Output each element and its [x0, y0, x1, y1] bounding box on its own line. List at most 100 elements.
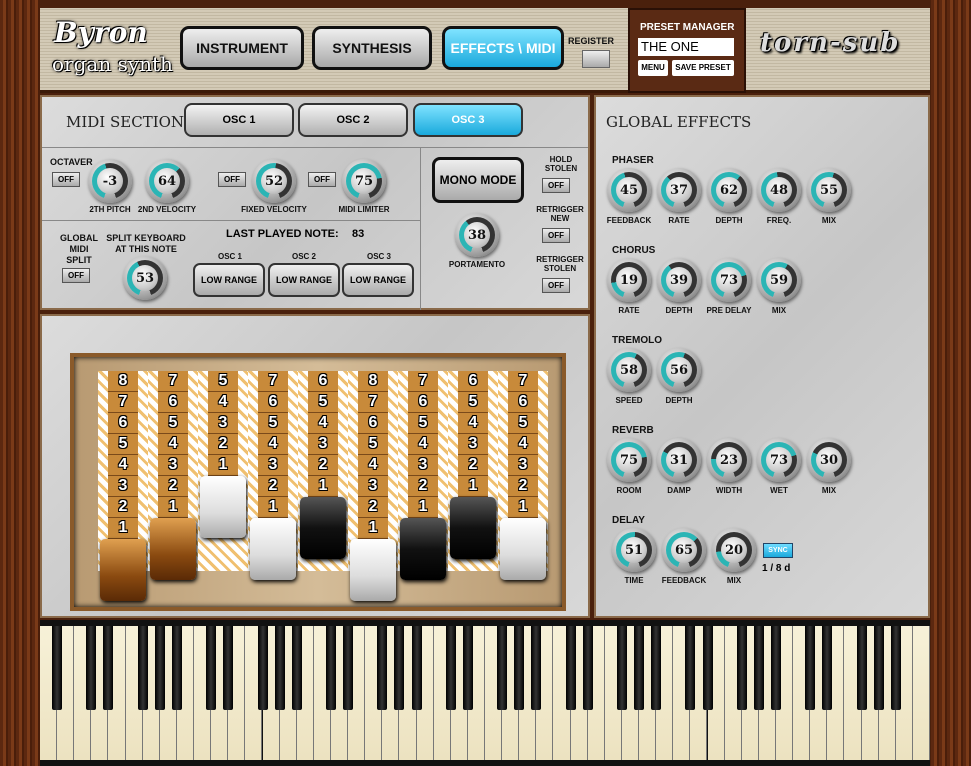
second-velocity-knob[interactable]: 64	[145, 159, 189, 203]
phaser-depth-knob[interactable]: 62	[707, 168, 751, 212]
black-key[interactable]	[565, 626, 576, 710]
drawbar[interactable]: 7654321	[498, 371, 548, 580]
osc2-tab[interactable]: OSC 2	[298, 103, 408, 137]
black-key[interactable]	[52, 626, 63, 710]
reverb-room-knob[interactable]: 75	[607, 438, 651, 482]
drawbar-handle-black[interactable]	[450, 497, 496, 559]
black-key[interactable]	[702, 626, 713, 710]
midi-limiter-knob[interactable]: 75	[342, 159, 386, 203]
black-key[interactable]	[890, 626, 901, 710]
reverb-damp-knob[interactable]: 31	[657, 438, 701, 482]
black-key[interactable]	[497, 626, 508, 710]
retrigger-new-toggle[interactable]: OFF	[542, 228, 570, 243]
black-key[interactable]	[206, 626, 217, 710]
black-key[interactable]	[445, 626, 456, 710]
black-key[interactable]	[582, 626, 593, 710]
portamento-knob[interactable]: 38	[455, 213, 499, 257]
drawbar[interactable]: 7654321	[398, 371, 448, 580]
drawbar[interactable]: 87654321	[348, 371, 398, 601]
register-button[interactable]	[582, 50, 610, 68]
hold-stolen-toggle[interactable]: OFF	[542, 178, 570, 193]
drawbar-handle-white[interactable]	[500, 518, 546, 580]
drawbar-handle-white[interactable]	[200, 476, 246, 538]
osc1-range-button[interactable]: LOW RANGE	[193, 263, 265, 297]
drawbar[interactable]: 654321	[298, 371, 348, 571]
phaser-feedback-knob[interactable]: 45	[607, 168, 651, 212]
osc2-range-button[interactable]: LOW RANGE	[268, 263, 340, 297]
black-key[interactable]	[685, 626, 696, 710]
black-key[interactable]	[86, 626, 97, 710]
midi-limiter-toggle[interactable]: OFF	[308, 172, 336, 187]
black-key[interactable]	[411, 626, 422, 710]
black-key[interactable]	[651, 626, 662, 710]
drawbar-handle-white[interactable]	[350, 539, 396, 601]
black-key[interactable]	[325, 626, 336, 710]
black-key[interactable]	[274, 626, 285, 710]
black-key[interactable]	[137, 626, 148, 710]
black-key[interactable]	[805, 626, 816, 710]
second-pitch-knob[interactable]: -3	[88, 159, 132, 203]
black-key[interactable]	[257, 626, 268, 710]
octaver-toggle[interactable]: OFF	[52, 172, 80, 187]
osc3-range-button[interactable]: LOW RANGE	[342, 263, 414, 297]
black-key[interactable]	[103, 626, 114, 710]
drawbar-handle-white[interactable]	[250, 518, 296, 580]
black-key[interactable]	[736, 626, 747, 710]
menu-button[interactable]: MENU	[638, 60, 668, 76]
black-key[interactable]	[154, 626, 165, 710]
drawbar[interactable]: 7654321	[148, 371, 198, 580]
osc1-tab[interactable]: OSC 1	[184, 103, 294, 137]
fixed-velocity-knob[interactable]: 52	[252, 159, 296, 203]
drawbar[interactable]: 654321	[448, 371, 498, 571]
black-key[interactable]	[856, 626, 867, 710]
drawbar-handle-brown[interactable]	[100, 539, 146, 601]
reverb-wet-knob[interactable]: 73	[757, 438, 801, 482]
white-key[interactable]	[912, 626, 930, 760]
drawbar-handle-black[interactable]	[400, 518, 446, 580]
black-key[interactable]	[770, 626, 781, 710]
tremolo-depth-knob[interactable]: 56	[657, 348, 701, 392]
black-key[interactable]	[223, 626, 234, 710]
delay-mix-knob[interactable]: 20	[712, 528, 756, 572]
black-key[interactable]	[171, 626, 182, 710]
black-key[interactable]	[753, 626, 764, 710]
black-key[interactable]	[531, 626, 542, 710]
split-keyboard-knob[interactable]: 53	[123, 256, 167, 300]
delay-time-knob[interactable]: 51	[612, 528, 656, 572]
phaser-freq-knob[interactable]: 48	[757, 168, 801, 212]
drawbar[interactable]: 7654321	[248, 371, 298, 580]
phaser-rate-knob[interactable]: 37	[657, 168, 701, 212]
delay-feedback-knob[interactable]: 65	[662, 528, 706, 572]
chorus-depth-knob[interactable]: 39	[657, 258, 701, 302]
osc3-tab[interactable]: OSC 3	[413, 103, 523, 137]
black-key[interactable]	[634, 626, 645, 710]
black-key[interactable]	[394, 626, 405, 710]
drawbar-handle-black[interactable]	[300, 497, 346, 559]
chorus-rate-knob[interactable]: 19	[607, 258, 651, 302]
reverb-mix-knob[interactable]: 30	[807, 438, 851, 482]
tab-effects-midi[interactable]: EFFECTS \ MIDI	[442, 26, 564, 70]
reverb-width-knob[interactable]: 23	[707, 438, 751, 482]
drawbar[interactable]: 87654321	[98, 371, 148, 601]
retrigger-stolen-toggle[interactable]: OFF	[542, 278, 570, 293]
black-key[interactable]	[377, 626, 388, 710]
tab-instrument[interactable]: INSTRUMENT	[180, 26, 304, 70]
piano-keyboard[interactable]	[40, 620, 930, 766]
fixed-velocity-toggle[interactable]: OFF	[218, 172, 246, 187]
chorus-mix-knob[interactable]: 59	[757, 258, 801, 302]
chorus-pre-delay-knob[interactable]: 73	[707, 258, 751, 302]
black-key[interactable]	[616, 626, 627, 710]
global-midi-split-toggle[interactable]: OFF	[62, 268, 90, 283]
save-preset-button[interactable]: SAVE PRESET	[672, 60, 734, 76]
phaser-mix-knob[interactable]: 55	[807, 168, 851, 212]
drawbar[interactable]: 54321	[198, 371, 248, 571]
drawbar-handle-brown[interactable]	[150, 518, 196, 580]
preset-name-field[interactable]: THE ONE	[638, 38, 734, 56]
tremolo-speed-knob[interactable]: 58	[607, 348, 651, 392]
black-key[interactable]	[291, 626, 302, 710]
black-key[interactable]	[462, 626, 473, 710]
black-key[interactable]	[343, 626, 354, 710]
black-key[interactable]	[873, 626, 884, 710]
tab-synthesis[interactable]: SYNTHESIS	[312, 26, 432, 70]
mono-mode-button[interactable]: MONO MODE	[432, 157, 524, 203]
